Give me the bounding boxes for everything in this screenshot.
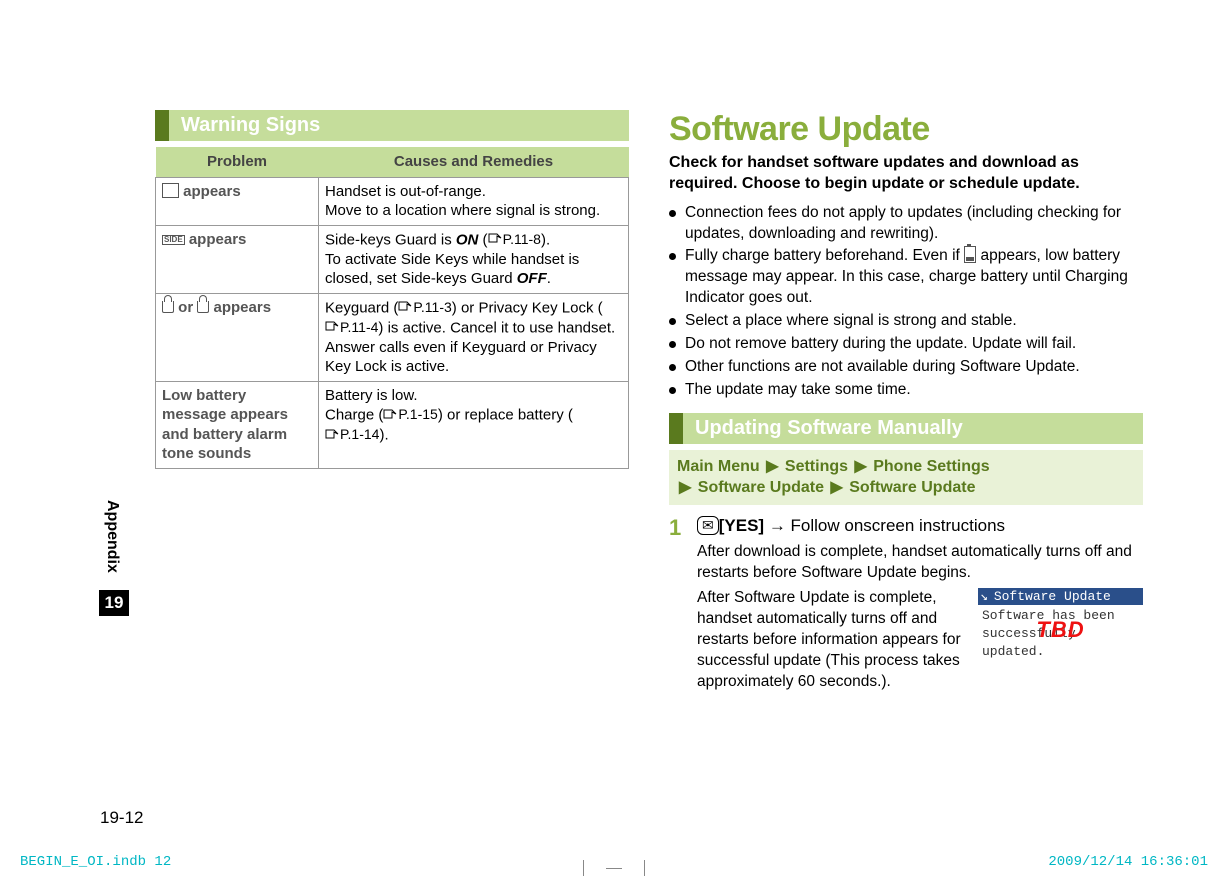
menu-path: Main Menu ▶ Settings ▶ Phone Settings ▶ … bbox=[669, 450, 1143, 505]
value-off: OFF bbox=[517, 270, 547, 287]
list-item: Connection fees do not apply to updates … bbox=[669, 203, 1143, 245]
remedy-text: Keyguard ( bbox=[325, 299, 398, 316]
notes-list: Connection fees do not apply to updates … bbox=[669, 203, 1143, 401]
list-item: The update may take some time. bbox=[669, 380, 1143, 401]
step-1: 1 ✉[YES] → Follow onscreen instructions … bbox=[669, 515, 1143, 692]
section-heading-warning-signs: Warning Signs bbox=[155, 110, 629, 141]
page-title: Software Update bbox=[669, 110, 1143, 149]
page-subtitle: Check for handset software updates and d… bbox=[669, 153, 1143, 195]
section-tab-label: Appendix bbox=[103, 500, 121, 573]
crumb-item: Settings bbox=[785, 458, 848, 475]
remedy-text: Side-keys Guard is bbox=[325, 231, 456, 248]
back-arrow-icon: ↘ bbox=[980, 588, 988, 606]
section-heading-label: Updating Software Manually bbox=[683, 413, 1143, 444]
footer-file: BEGIN_E_OI.indb 12 bbox=[20, 854, 171, 870]
list-item: Fully charge battery beforehand. Even if… bbox=[669, 246, 1143, 309]
step-para: After Software Update is complete, hands… bbox=[697, 588, 978, 693]
breadcrumb-arrow-icon: ▶ bbox=[679, 479, 691, 496]
step-number: 1 bbox=[669, 515, 697, 692]
step-instruction: Follow onscreen instructions bbox=[786, 516, 1005, 535]
battery-icon bbox=[964, 246, 976, 263]
col-header-problem: Problem bbox=[156, 147, 319, 177]
keyguard-icon bbox=[162, 301, 174, 313]
page-ref: P.1-14 bbox=[325, 425, 379, 443]
step-para: After download is complete, handset auto… bbox=[697, 542, 1143, 584]
breadcrumb-arrow-icon: ▶ bbox=[766, 458, 778, 475]
problems-table: Problem Causes and Remedies appears Hand… bbox=[155, 147, 629, 469]
left-column: Warning Signs Problem Causes and Remedie… bbox=[155, 110, 659, 886]
right-column: Software Update Check for handset softwa… bbox=[659, 110, 1143, 886]
page-ref: P.1-15 bbox=[383, 405, 437, 423]
col-header-remedy: Causes and Remedies bbox=[319, 147, 629, 177]
page-ref: P.11-4 bbox=[325, 318, 378, 336]
privacy-lock-icon bbox=[197, 301, 209, 313]
table-row: SIDE appears Side-keys Guard is ON (P.11… bbox=[156, 225, 629, 293]
page-number: 19-12 bbox=[100, 808, 143, 828]
arrow-icon: → bbox=[769, 516, 786, 535]
problem-text: appears bbox=[185, 231, 247, 248]
side-guard-icon: SIDE bbox=[162, 235, 185, 245]
table-row: or appears Keyguard (P.11-3) or Privacy … bbox=[156, 293, 629, 381]
problem-text: appears bbox=[179, 183, 241, 200]
list-item: Select a place where signal is strong an… bbox=[669, 311, 1143, 332]
page-ref: P.11-3 bbox=[398, 298, 451, 316]
screen-title: Software Update bbox=[994, 588, 1111, 606]
crumb-item: Software Update bbox=[849, 479, 975, 496]
page-ref: P.11-8 bbox=[488, 230, 541, 248]
table-row: appears Handset is out-of-range. Move to… bbox=[156, 177, 629, 225]
remedy-text: Answer calls even if Keyguard or Privacy… bbox=[325, 338, 622, 377]
crumb-item: Phone Settings bbox=[873, 458, 989, 475]
mail-key-icon: ✉ bbox=[697, 516, 719, 535]
chapter-number-badge: 19 bbox=[99, 590, 129, 616]
value-on: ON bbox=[456, 231, 479, 248]
breadcrumb-arrow-icon: ▶ bbox=[854, 458, 866, 475]
remedy-text: Battery is low. bbox=[325, 386, 622, 406]
crumb-item: Software Update bbox=[698, 479, 824, 496]
manual-page: Appendix 19 19-12 Warning Signs Problem … bbox=[0, 0, 1228, 886]
out-of-range-icon bbox=[162, 183, 179, 198]
crop-marks bbox=[583, 860, 645, 876]
section-heading-label: Warning Signs bbox=[169, 110, 629, 141]
table-row: Low battery message appears and battery … bbox=[156, 381, 629, 468]
list-item: Other functions are not available during… bbox=[669, 357, 1143, 378]
remedy-text: Move to a location where signal is stron… bbox=[325, 201, 622, 221]
tbd-overlay: TBD bbox=[978, 615, 1143, 645]
phone-screenshot: ↘ Software Update Software has been succ… bbox=[978, 588, 1143, 693]
remedy-text: Handset is out-of-range. bbox=[325, 182, 622, 202]
section-heading-updating-manually: Updating Software Manually bbox=[669, 413, 1143, 444]
key-label: [YES] bbox=[719, 516, 764, 535]
problem-text: Low battery message appears and battery … bbox=[156, 381, 319, 468]
crumb-item: Main Menu bbox=[677, 458, 760, 475]
list-item: Do not remove battery during the update.… bbox=[669, 334, 1143, 355]
footer-timestamp: 2009/12/14 16:36:01 bbox=[1048, 854, 1208, 870]
problem-text: appears bbox=[209, 299, 271, 316]
breadcrumb-arrow-icon: ▶ bbox=[830, 479, 842, 496]
